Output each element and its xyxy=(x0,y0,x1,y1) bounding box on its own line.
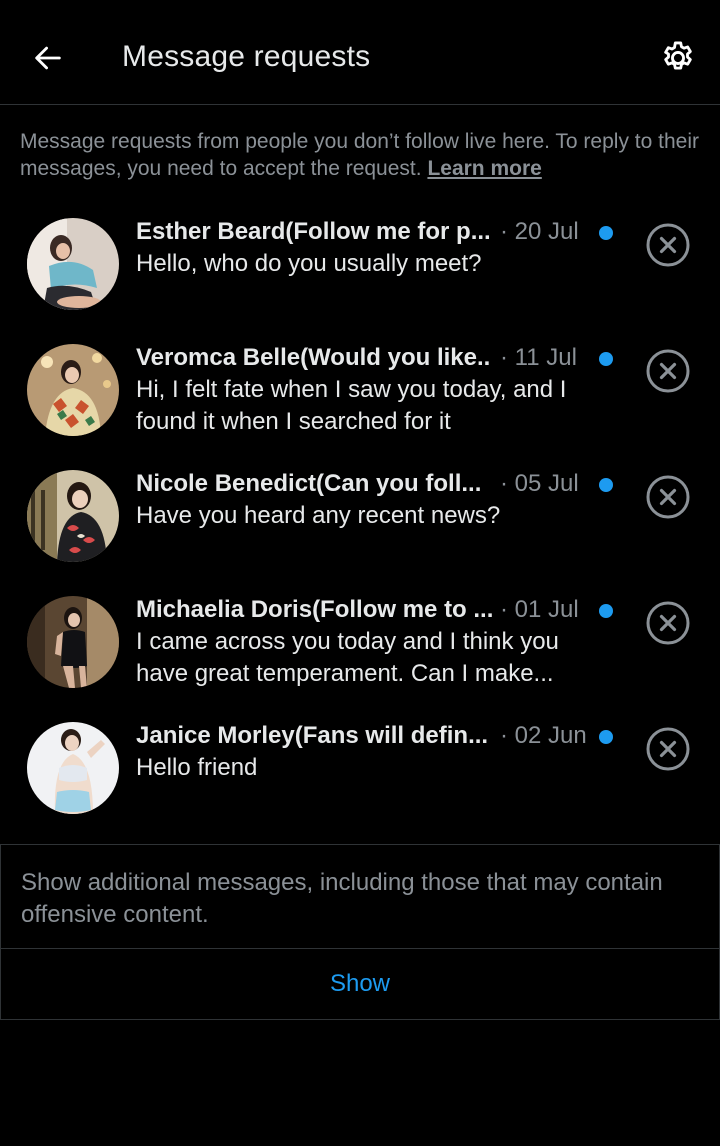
show-button[interactable]: Show xyxy=(1,949,719,1019)
back-button[interactable] xyxy=(26,36,70,80)
message-preview: Hi, I felt fate when I saw you today, an… xyxy=(136,376,567,435)
info-text: Message requests from people you don’t f… xyxy=(20,128,700,182)
message-preview: Hello, who do you usually meet? xyxy=(136,250,482,277)
additional-messages-text: Show additional messages, including thos… xyxy=(21,869,663,928)
unread-dot xyxy=(599,730,613,744)
learn-more-link[interactable]: Learn more xyxy=(427,157,541,180)
close-icon[interactable] xyxy=(645,348,691,394)
avatar[interactable] xyxy=(27,596,119,688)
sender-name: Janice Morley(Fans will defin... xyxy=(136,722,489,749)
message-preview: I came across you today and I think you … xyxy=(136,628,559,687)
header: Message requests xyxy=(0,0,720,105)
close-icon[interactable] xyxy=(645,726,691,772)
message-request-item[interactable]: Veromca Belle(Would you like... · 11 Jul… xyxy=(0,344,720,470)
sender-name: Veromca Belle(Would you like... xyxy=(136,344,492,371)
message-request-item[interactable]: Michaelia Doris(Follow me to ... · 01 Ju… xyxy=(0,596,720,722)
page-title: Message requests xyxy=(122,40,371,73)
avatar[interactable] xyxy=(27,218,119,310)
avatar[interactable] xyxy=(27,344,119,436)
message-request-item[interactable]: Esther Beard(Follow me for p... · 20 Jul… xyxy=(0,218,720,344)
message-request-item[interactable]: Janice Morley(Fans will defin... · 02 Ju… xyxy=(0,722,720,848)
avatar[interactable] xyxy=(27,722,119,814)
unread-dot xyxy=(599,352,613,366)
message-date: · 01 Jul xyxy=(500,596,579,623)
settings-button[interactable] xyxy=(656,36,700,80)
message-request-item[interactable]: Nicole Benedict(Can you foll... · 05 Jul… xyxy=(0,470,720,596)
message-date: · 05 Jul xyxy=(500,470,579,497)
unread-dot xyxy=(599,604,613,618)
additional-messages-panel: Show additional messages, including thos… xyxy=(0,844,720,1020)
sender-name: Nicole Benedict(Can you foll... xyxy=(136,470,482,497)
message-preview: Hello friend xyxy=(136,754,258,781)
message-preview: Have you heard any recent news? xyxy=(136,502,501,529)
unread-dot xyxy=(599,478,613,492)
message-date: · 20 Jul xyxy=(500,218,579,245)
info-description: Message requests from people you don’t f… xyxy=(20,130,699,180)
sender-name: Esther Beard(Follow me for p... xyxy=(136,218,491,245)
message-date: · 02 Jun xyxy=(500,722,587,749)
close-icon[interactable] xyxy=(645,474,691,520)
message-date: · 11 Jul xyxy=(500,344,577,371)
close-icon[interactable] xyxy=(645,600,691,646)
unread-dot xyxy=(599,226,613,240)
arrow-left-icon xyxy=(35,46,61,70)
gear-icon xyxy=(664,41,692,70)
avatar[interactable] xyxy=(27,470,119,562)
close-icon[interactable] xyxy=(645,222,691,268)
sender-name: Michaelia Doris(Follow me to ... xyxy=(136,596,492,623)
